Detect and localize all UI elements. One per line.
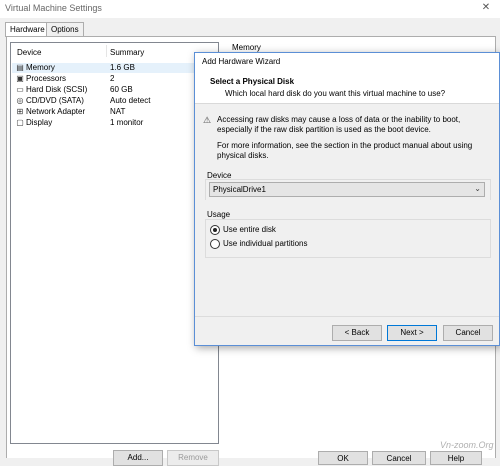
usage-group: Use entire disk Use individual partition… bbox=[205, 219, 491, 258]
memory-section-label: Memory bbox=[232, 43, 261, 52]
wizard-titlebar: Add Hardware Wizard bbox=[195, 53, 499, 69]
hard-disk-icon: ▭ bbox=[16, 85, 24, 94]
device-name: Display bbox=[26, 118, 53, 127]
device-row-network-adapter[interactable]: ⊞ Network Adapter NAT bbox=[12, 107, 217, 117]
device-row-cd-dvd[interactable]: ◎ CD/DVD (SATA) Auto detect bbox=[12, 96, 217, 106]
info-text: For more information, see the section in… bbox=[217, 141, 473, 160]
wizard-step-subtitle: Which local hard disk do you want this v… bbox=[225, 89, 446, 98]
radio-unselected-icon bbox=[210, 239, 220, 249]
device-row-memory[interactable]: ▤ Memory 1.6 GB bbox=[12, 63, 217, 73]
device-summary: 1.6 GB bbox=[110, 63, 135, 72]
radio-label: Use individual partitions bbox=[223, 239, 308, 248]
device-row-processors[interactable]: ▣ Processors 2 bbox=[12, 74, 217, 84]
radio-label: Use entire disk bbox=[223, 225, 276, 234]
device-summary: 2 bbox=[110, 74, 115, 83]
help-button[interactable]: Help bbox=[430, 451, 482, 465]
ok-button[interactable]: OK bbox=[318, 451, 368, 465]
device-summary: NAT bbox=[110, 107, 126, 116]
next-button[interactable]: Next > bbox=[387, 325, 437, 341]
physical-disk-value: PhysicalDrive1 bbox=[213, 185, 266, 194]
device-name: CD/DVD (SATA) bbox=[26, 96, 84, 105]
device-summary: 1 monitor bbox=[110, 118, 144, 127]
device-name: Memory bbox=[26, 63, 55, 72]
watermark: Vn-zoom.Org bbox=[440, 440, 494, 450]
memory-icon: ▤ bbox=[16, 63, 24, 72]
remove-device-button[interactable]: Remove bbox=[167, 450, 219, 466]
column-device-header[interactable]: Device bbox=[17, 48, 41, 57]
warning-text: Accessing raw disks may cause a loss of … bbox=[217, 115, 461, 134]
tab-hardware[interactable]: Hardware bbox=[5, 22, 50, 37]
device-name: Hard Disk (SCSI) bbox=[26, 85, 88, 94]
radio-selected-icon bbox=[210, 225, 220, 235]
processor-icon: ▣ bbox=[16, 74, 24, 83]
warning-icon: ⚠ bbox=[203, 115, 212, 125]
tab-options[interactable]: Options bbox=[46, 22, 84, 36]
usage-label: Usage bbox=[207, 210, 231, 219]
vm-titlebar: Virtual Machine Settings ✕ bbox=[0, 0, 500, 18]
device-list-header: Device Summary bbox=[11, 43, 218, 57]
radio-use-entire-disk[interactable]: Use entire disk bbox=[210, 225, 410, 235]
column-summary-header[interactable]: Summary bbox=[110, 48, 144, 57]
device-row-hard-disk[interactable]: ▭ Hard Disk (SCSI) 60 GB bbox=[12, 85, 217, 95]
wizard-cancel-button[interactable]: Cancel bbox=[443, 325, 493, 341]
device-summary: Auto detect bbox=[110, 96, 151, 105]
physical-disk-select[interactable]: PhysicalDrive1 ⌄ bbox=[209, 182, 485, 197]
back-button[interactable]: < Back bbox=[332, 325, 382, 341]
cancel-button[interactable]: Cancel bbox=[372, 451, 426, 465]
device-row-display[interactable]: ▢ Display 1 monitor bbox=[12, 118, 217, 128]
cd-dvd-icon: ◎ bbox=[16, 96, 24, 105]
chevron-down-icon: ⌄ bbox=[474, 184, 481, 193]
device-name: Network Adapter bbox=[26, 107, 86, 116]
display-icon: ▢ bbox=[16, 118, 24, 127]
vm-window-title: Virtual Machine Settings bbox=[5, 3, 102, 13]
wizard-footer-divider bbox=[195, 316, 499, 317]
add-device-button[interactable]: Add... bbox=[113, 450, 163, 466]
column-separator bbox=[106, 45, 107, 57]
close-icon[interactable]: ✕ bbox=[472, 0, 500, 16]
wizard-step-title: Select a Physical Disk bbox=[210, 77, 295, 86]
wizard-title: Add Hardware Wizard bbox=[202, 57, 281, 66]
device-summary: 60 GB bbox=[110, 85, 133, 94]
add-hardware-wizard: Add Hardware Wizard Select a Physical Di… bbox=[194, 52, 500, 346]
wizard-header: Select a Physical Disk Which local hard … bbox=[195, 69, 499, 104]
network-adapter-icon: ⊞ bbox=[16, 107, 24, 116]
device-name: Processors bbox=[26, 74, 67, 83]
device-list: Device Summary ▤ Memory 1.6 GB ▣ Process… bbox=[10, 42, 219, 444]
radio-use-individual-partitions[interactable]: Use individual partitions bbox=[210, 239, 410, 249]
